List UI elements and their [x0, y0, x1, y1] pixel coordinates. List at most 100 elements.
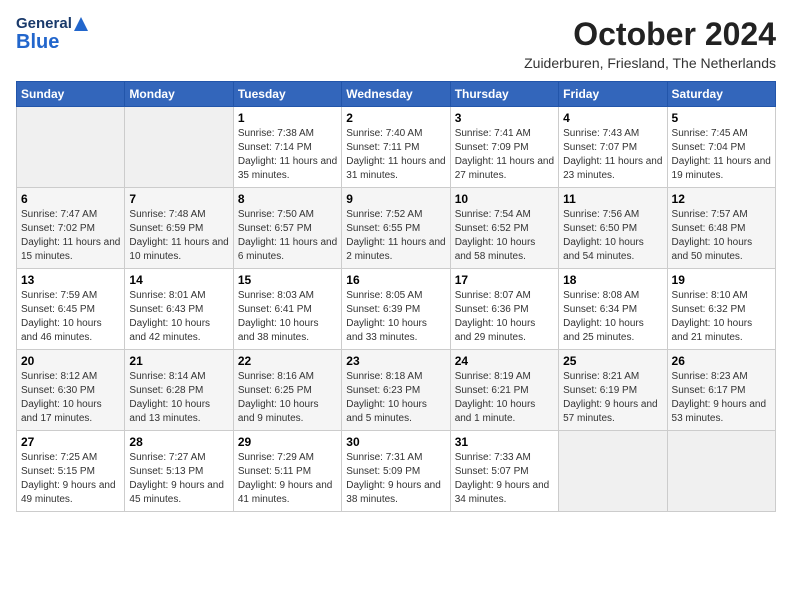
day-number: 5	[672, 111, 771, 125]
calendar-cell: 25 Sunrise: 8:21 AMSunset: 6:19 PMDayligh…	[559, 350, 667, 431]
day-number: 7	[129, 192, 228, 206]
calendar-header-row: SundayMondayTuesdayWednesdayThursdayFrid…	[17, 82, 776, 107]
day-info: Sunrise: 7:52 AMSunset: 6:55 PMDaylight:…	[346, 208, 445, 264]
calendar-cell: 20Sunrise: 8:12 AMSunset: 6:30 PMDayligh…	[17, 350, 125, 431]
day-info: Sunrise: 8:07 AMSunset: 6:36 PMDaylight:…	[455, 289, 554, 345]
calendar-cell: 23 Sunrise: 8:18 AMSunset: 6:23 PMDayligh…	[342, 350, 450, 431]
calendar-cell: 24 Sunrise: 8:19 AMSunset: 6:21 PMDayligh…	[450, 350, 558, 431]
calendar-week-4: 20Sunrise: 8:12 AMSunset: 6:30 PMDayligh…	[17, 350, 776, 431]
calendar-cell	[559, 431, 667, 512]
day-number: 8	[238, 192, 337, 206]
title-block: October 2024 Zuiderburen, Friesland, The…	[524, 16, 776, 71]
day-number: 15	[238, 273, 337, 287]
day-number: 25	[563, 354, 662, 368]
calendar-cell: 19Sunrise: 8:10 AMSunset: 6:32 PMDayligh…	[667, 269, 775, 350]
calendar-cell: 4 Sunrise: 7:43 AMSunset: 7:07 PMDaylight…	[559, 107, 667, 188]
page-header: General Blue October 2024 Zuiderburen, F…	[16, 16, 776, 71]
calendar-cell: 12Sunrise: 7:57 AMSunset: 6:48 PMDayligh…	[667, 188, 775, 269]
day-number: 11	[563, 192, 662, 206]
calendar-cell	[17, 107, 125, 188]
column-header-friday: Friday	[559, 82, 667, 107]
calendar-cell: 11 Sunrise: 7:56 AMSunset: 6:50 PMDayligh…	[559, 188, 667, 269]
day-number: 12	[672, 192, 771, 206]
day-info: Sunrise: 7:38 AMSunset: 7:14 PMDaylight:…	[238, 127, 337, 183]
day-info: Sunrise: 8:18 AMSunset: 6:23 PMDaylight:…	[346, 370, 445, 426]
calendar-cell: 29Sunrise: 7:29 AMSunset: 5:11 PMDayligh…	[233, 431, 341, 512]
day-number: 21	[129, 354, 228, 368]
day-number: 20	[21, 354, 120, 368]
day-number: 23	[346, 354, 445, 368]
day-number: 1	[238, 111, 337, 125]
calendar-cell: 15 Sunrise: 8:03 AMSunset: 6:41 PMDayligh…	[233, 269, 341, 350]
day-number: 31	[455, 435, 554, 449]
day-info: Sunrise: 7:54 AMSunset: 6:52 PMDaylight:…	[455, 208, 554, 264]
column-header-wednesday: Wednesday	[342, 82, 450, 107]
day-number: 13	[21, 273, 120, 287]
calendar-cell	[667, 431, 775, 512]
day-info: Sunrise: 7:41 AMSunset: 7:09 PMDaylight:…	[455, 127, 554, 183]
day-number: 10	[455, 192, 554, 206]
calendar-cell: 26 Sunrise: 8:23 AMSunset: 6:17 PMDayligh…	[667, 350, 775, 431]
day-info: Sunrise: 8:19 AMSunset: 6:21 PMDaylight:…	[455, 370, 554, 426]
calendar-cell: 9 Sunrise: 7:52 AMSunset: 6:55 PMDaylight…	[342, 188, 450, 269]
calendar-cell: 27 Sunrise: 7:25 AMSunset: 5:15 PMDayligh…	[17, 431, 125, 512]
day-info: Sunrise: 8:16 AMSunset: 6:25 PMDaylight:…	[238, 370, 337, 426]
day-info: Sunrise: 7:59 AMSunset: 6:45 PMDaylight:…	[21, 289, 120, 345]
calendar-cell: 10 Sunrise: 7:54 AMSunset: 6:52 PMDayligh…	[450, 188, 558, 269]
day-info: Sunrise: 8:23 AMSunset: 6:17 PMDaylight:…	[672, 370, 771, 426]
day-number: 17	[455, 273, 554, 287]
column-header-thursday: Thursday	[450, 82, 558, 107]
day-number: 30	[346, 435, 445, 449]
calendar-week-3: 13 Sunrise: 7:59 AMSunset: 6:45 PMDayligh…	[17, 269, 776, 350]
calendar-cell: 31 Sunrise: 7:33 AMSunset: 5:07 PMDayligh…	[450, 431, 558, 512]
day-info: Sunrise: 7:43 AMSunset: 7:07 PMDaylight:…	[563, 127, 662, 183]
day-info: Sunrise: 8:21 AMSunset: 6:19 PMDaylight:…	[563, 370, 662, 426]
month-title: October 2024	[524, 16, 776, 53]
day-number: 27	[21, 435, 120, 449]
day-number: 28	[129, 435, 228, 449]
day-info: Sunrise: 8:05 AMSunset: 6:39 PMDaylight:…	[346, 289, 445, 345]
column-header-sunday: Sunday	[17, 82, 125, 107]
day-number: 9	[346, 192, 445, 206]
day-number: 16	[346, 273, 445, 287]
day-number: 6	[21, 192, 120, 206]
day-number: 4	[563, 111, 662, 125]
calendar-cell: 8 Sunrise: 7:50 AMSunset: 6:57 PMDaylight…	[233, 188, 341, 269]
column-header-tuesday: Tuesday	[233, 82, 341, 107]
day-info: Sunrise: 7:48 AMSunset: 6:59 PMDaylight:…	[129, 208, 228, 264]
calendar-cell	[125, 107, 233, 188]
calendar-cell: 6 Sunrise: 7:47 AMSunset: 7:02 PMDaylight…	[17, 188, 125, 269]
calendar-cell: 14 Sunrise: 8:01 AMSunset: 6:43 PMDayligh…	[125, 269, 233, 350]
day-info: Sunrise: 7:33 AMSunset: 5:07 PMDaylight:…	[455, 451, 554, 507]
calendar-cell: 22Sunrise: 8:16 AMSunset: 6:25 PMDayligh…	[233, 350, 341, 431]
calendar-week-5: 27 Sunrise: 7:25 AMSunset: 5:15 PMDayligh…	[17, 431, 776, 512]
day-info: Sunrise: 7:27 AMSunset: 5:13 PMDaylight:…	[129, 451, 228, 507]
calendar-cell: 17 Sunrise: 8:07 AMSunset: 6:36 PMDayligh…	[450, 269, 558, 350]
calendar-cell: 2 Sunrise: 7:40 AMSunset: 7:11 PMDaylight…	[342, 107, 450, 188]
day-number: 29	[238, 435, 337, 449]
day-info: Sunrise: 7:47 AMSunset: 7:02 PMDaylight:…	[21, 208, 120, 264]
column-header-saturday: Saturday	[667, 82, 775, 107]
calendar-cell: 7 Sunrise: 7:48 AMSunset: 6:59 PMDaylight…	[125, 188, 233, 269]
day-info: Sunrise: 7:25 AMSunset: 5:15 PMDaylight:…	[21, 451, 120, 507]
location-subtitle: Zuiderburen, Friesland, The Netherlands	[524, 55, 776, 71]
day-info: Sunrise: 7:56 AMSunset: 6:50 PMDaylight:…	[563, 208, 662, 264]
calendar-cell: 3 Sunrise: 7:41 AMSunset: 7:09 PMDaylight…	[450, 107, 558, 188]
calendar-cell: 28 Sunrise: 7:27 AMSunset: 5:13 PMDayligh…	[125, 431, 233, 512]
day-number: 3	[455, 111, 554, 125]
day-info: Sunrise: 8:14 AMSunset: 6:28 PMDaylight:…	[129, 370, 228, 426]
day-number: 19	[672, 273, 771, 287]
day-number: 24	[455, 354, 554, 368]
day-number: 2	[346, 111, 445, 125]
day-info: Sunrise: 8:03 AMSunset: 6:41 PMDaylight:…	[238, 289, 337, 345]
day-info: Sunrise: 7:40 AMSunset: 7:11 PMDaylight:…	[346, 127, 445, 183]
day-info: Sunrise: 8:01 AMSunset: 6:43 PMDaylight:…	[129, 289, 228, 345]
calendar-cell: 21 Sunrise: 8:14 AMSunset: 6:28 PMDayligh…	[125, 350, 233, 431]
day-info: Sunrise: 7:50 AMSunset: 6:57 PMDaylight:…	[238, 208, 337, 264]
calendar-week-1: 1 Sunrise: 7:38 AMSunset: 7:14 PMDaylight…	[17, 107, 776, 188]
logo: General Blue	[16, 16, 88, 53]
calendar-cell: 1 Sunrise: 7:38 AMSunset: 7:14 PMDaylight…	[233, 107, 341, 188]
day-number: 26	[672, 354, 771, 368]
calendar-cell: 18Sunrise: 8:08 AMSunset: 6:34 PMDayligh…	[559, 269, 667, 350]
day-number: 14	[129, 273, 228, 287]
